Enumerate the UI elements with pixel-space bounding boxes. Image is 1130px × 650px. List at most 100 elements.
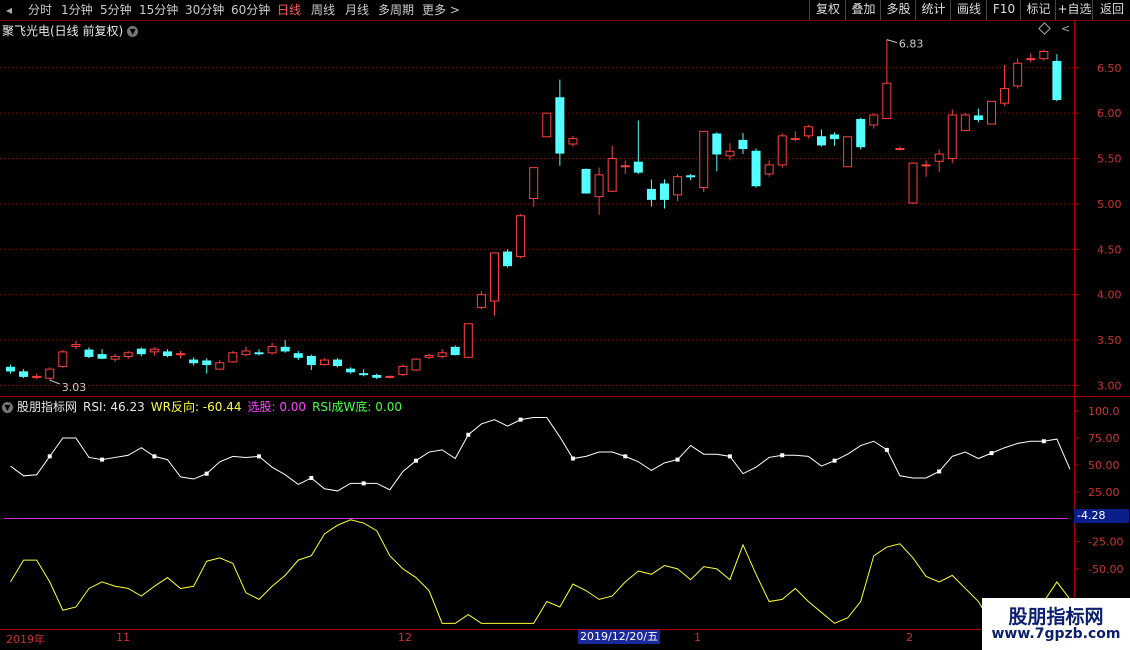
rsi-point [727,454,732,459]
candle-body [84,349,94,357]
x-label-feb: 2 [906,631,913,644]
candle-body [280,346,290,352]
rsi-point [361,481,366,486]
price-tick-label: 4.00 [1097,289,1122,302]
x-label-dec: 12 [398,631,412,644]
candle-body [123,352,133,357]
candle-body [189,359,199,364]
candle-body [319,359,329,366]
candle-body [803,126,813,137]
candle-body [215,362,225,370]
x-label-nov: 11 [116,631,130,644]
watermark-title: 股朋指标网 [1008,606,1104,628]
rsi-point [623,454,628,459]
candle-body [542,112,552,138]
candle-body [607,158,617,192]
candle-body [751,150,761,187]
rsi-point [1041,439,1046,444]
candle-body [660,183,669,200]
rsi-point [152,454,157,459]
watermark-url: www.7gpzb.com [991,626,1121,642]
candle-body [176,353,186,356]
candle-body [1039,50,1049,60]
rsi-point [884,447,889,452]
price-tick-label: 6.50 [1097,62,1122,75]
candle-body [1000,88,1010,104]
rsi-point [937,469,942,474]
candle-body [450,346,460,356]
candle-body [843,136,853,168]
candle-body [620,165,630,168]
candle-body [830,134,840,140]
watermark: 股朋指标网 www.7gpzb.com [982,598,1130,650]
min-pointer [49,379,60,385]
candle-body [202,360,212,366]
price-tick-label: 3.50 [1097,334,1122,347]
cursor-value-box: -4.28 [1074,509,1129,523]
candle-body [908,162,918,204]
rsi-point [518,417,523,422]
candle-body [921,164,931,167]
candle-body [738,139,748,150]
rsi-point [309,475,314,480]
candle-body [725,150,735,157]
x-label-jan: 1 [694,631,701,644]
candle-body [254,352,264,355]
candle-body [529,167,539,199]
candle-body [149,348,159,353]
candle-body [882,82,892,120]
candle-body [19,371,29,377]
indicator-tick-label: -50.00 [1088,563,1123,576]
candle-body [699,130,709,189]
indicator-tick-label: 25.00 [1088,486,1120,499]
candle-body [58,351,68,367]
rsi-line [10,416,1071,492]
cursor-date-label: 2019/12/20/五 [578,630,661,644]
candle-body [267,345,277,354]
max-pointer [886,39,898,44]
candle-body [424,355,434,358]
candle-body [503,251,513,267]
candle-body [398,365,408,376]
candle-body [816,136,826,146]
stock-chart[interactable]: 6.50 6.00 5.50 5.00 4.50 4.00 3.50 3.00 6.83 3.03… [0,0,1130,650]
candle-body [437,352,447,357]
candle-body [293,353,303,358]
rsi-point [466,432,471,437]
max-price-label: 6.83 [899,38,924,51]
candle-body [346,368,356,373]
candle-body [594,174,604,198]
candle-body [973,115,983,121]
candle-body [516,215,526,258]
candle-body [32,375,42,378]
candle-body [45,368,55,379]
indicator-tick-label: 100.0 [1088,405,1120,418]
candle-body [646,188,656,200]
price-tick-label: 4.50 [1097,243,1122,256]
candle-body [568,138,578,145]
rsi-point [413,458,418,463]
price-tick-label: 3.00 [1097,379,1122,392]
candle-body [555,97,565,154]
rsi-point [780,453,785,458]
rsi-point [989,451,994,456]
candle-body [1026,58,1036,61]
price-tick-label: 5.50 [1097,153,1122,166]
candle-body [359,373,369,376]
candle-body [712,133,722,155]
candle-body [110,355,120,360]
rsi-point [675,457,680,462]
indicator-tick-label: -25.00 [1088,536,1123,549]
candle-body [581,168,591,194]
candle-body [895,148,905,151]
candle-body [869,114,879,126]
rsi-point [832,458,837,463]
price-tick-label: 6.00 [1097,107,1122,120]
candle-body [1013,62,1023,87]
candle-body [97,354,107,359]
candle-body [162,351,172,357]
indicator-tick-label: 50.00 [1088,459,1120,472]
candle-body [987,100,996,125]
candle-body [476,294,486,308]
candle-body [489,252,499,302]
